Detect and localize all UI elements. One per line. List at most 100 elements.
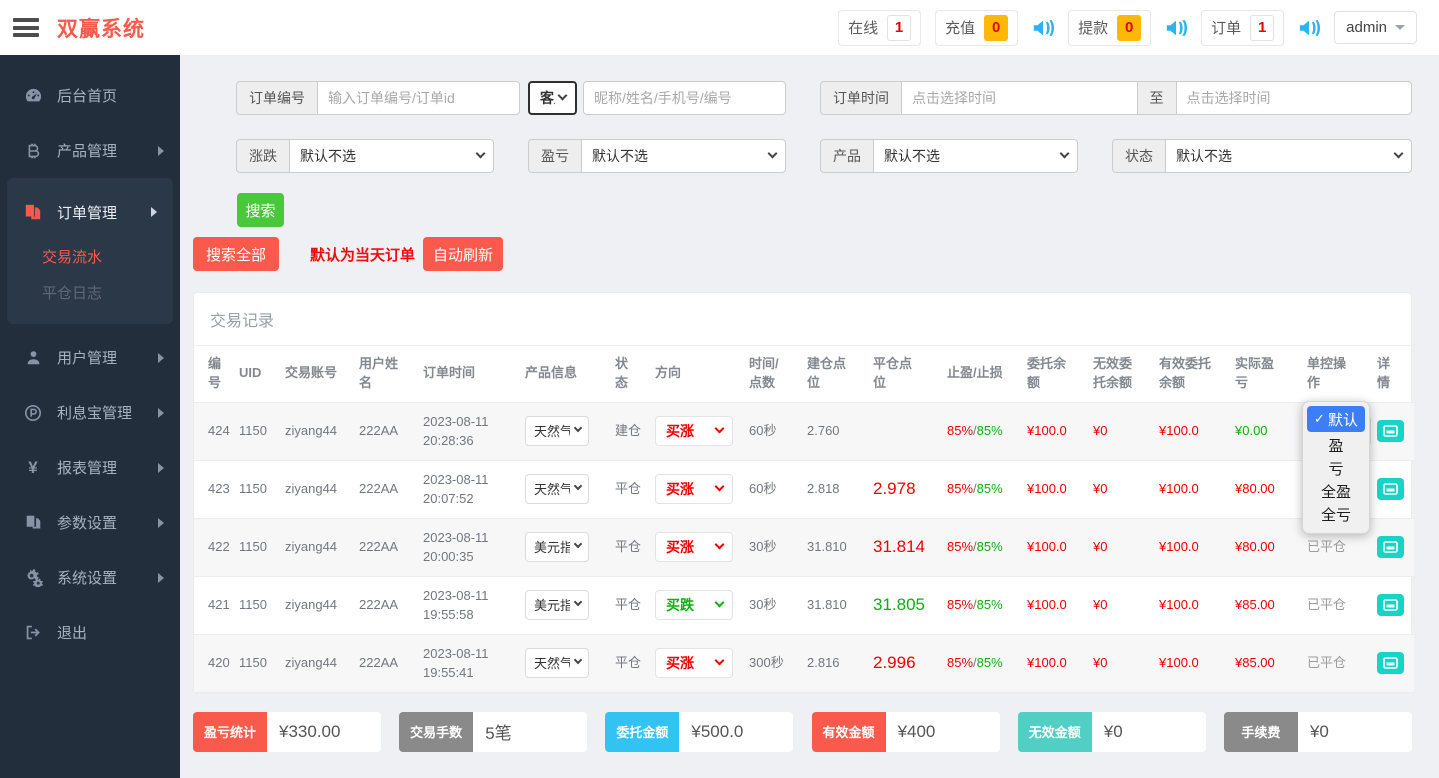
- row-direction-select[interactable]: 买涨: [656, 649, 732, 677]
- col-direction: 方向: [652, 346, 746, 402]
- sidebar-subitem-close-log[interactable]: 平仓日志: [7, 274, 173, 310]
- entrust-amount-pill: 委托金额 ¥500.0: [605, 712, 793, 752]
- status-select[interactable]: 默认不选: [1166, 140, 1411, 172]
- row-product-select[interactable]: 天然气: [526, 475, 588, 503]
- action-row: 搜索全部 默认为当天订单 自动刷新: [193, 237, 1412, 271]
- order-label: 订单: [1211, 17, 1241, 38]
- col-status: 状 态: [612, 346, 652, 402]
- online-count-badge: 1: [887, 15, 911, 41]
- sidebar-item-label: 系统设置: [57, 567, 117, 588]
- detail-button[interactable]: [1377, 478, 1404, 500]
- admin-menu[interactable]: admin: [1334, 11, 1417, 44]
- detail-button[interactable]: [1377, 536, 1404, 558]
- row-direction-select[interactable]: 买涨: [656, 475, 732, 503]
- withdraw-stat[interactable]: 提款 0: [1068, 10, 1151, 46]
- dropdown-option[interactable]: 盈: [1307, 434, 1365, 457]
- search-button[interactable]: 搜索: [237, 193, 284, 227]
- col-order-time: 订单时间: [420, 346, 522, 402]
- detail-button[interactable]: [1377, 652, 1404, 674]
- order-no-input[interactable]: [317, 81, 520, 115]
- row-product-select-wrap: 天然气: [525, 474, 589, 504]
- sidebar-item-interest[interactable]: 利息宝管理: [0, 385, 180, 440]
- recharge-stat[interactable]: 充值 0: [935, 10, 1018, 46]
- sidebar-item-dashboard[interactable]: 后台首页: [0, 68, 180, 123]
- sidebar-item-products[interactable]: 产品管理: [0, 123, 180, 178]
- chevron-right-icon: [158, 518, 164, 528]
- fee-pill: 手续费 ¥0: [1224, 712, 1412, 752]
- sidebar-item-logout[interactable]: 退出: [0, 605, 180, 660]
- sidebar-item-order-management[interactable]: 订单管理: [7, 186, 173, 238]
- recharge-speaker-icon[interactable]: [1032, 18, 1054, 38]
- online-stat[interactable]: 在线 1: [838, 10, 921, 46]
- sidebar-item-label: 报表管理: [57, 457, 117, 478]
- customer-type-select[interactable]: 客户: [530, 83, 575, 113]
- time-to-input[interactable]: [1176, 81, 1413, 115]
- withdraw-count-badge: 0: [1117, 15, 1141, 41]
- chevron-down-icon: [1395, 25, 1405, 30]
- dropdown-option[interactable]: 亏: [1307, 457, 1365, 480]
- row-product-select[interactable]: 天然气: [526, 649, 588, 677]
- row-product-select[interactable]: 美元指数: [526, 591, 588, 619]
- sidebar-item-label: 参数设置: [57, 512, 117, 533]
- order-stat[interactable]: 订单 1: [1201, 10, 1284, 46]
- dropdown-option-label: 默认: [1328, 409, 1358, 430]
- trade-records-panel: 交易记录 编 号 UID 交易账号 用户姓 名 订单时间: [193, 292, 1412, 694]
- pill-value: ¥400: [886, 712, 1000, 752]
- product-select[interactable]: 默认不选: [874, 140, 1077, 172]
- sidebar-item-label: 订单管理: [57, 202, 117, 223]
- sidebar-subitem-trade-flow[interactable]: 交易流水: [7, 238, 173, 274]
- status-select-wrap: 默认不选: [1165, 139, 1412, 173]
- today-orders-note: 默认为当天订单: [310, 244, 415, 265]
- gears-icon: [23, 568, 43, 588]
- row-product-select[interactable]: 天然气: [526, 417, 588, 445]
- summary-stats-bar: 盈亏统计 ¥330.00 交易手数 5笔 委托金额 ¥500.0 有效金额 ¥4…: [193, 712, 1412, 752]
- recharge-label: 充值: [945, 17, 975, 38]
- recharge-count-badge: 0: [984, 15, 1008, 41]
- sidebar-item-label: 退出: [57, 622, 87, 643]
- row-direction-select-wrap: 买涨: [655, 474, 733, 504]
- pill-value: ¥0: [1092, 712, 1206, 752]
- col-control: 单控操 作: [1304, 346, 1374, 402]
- row-direction-select[interactable]: 买跌: [656, 591, 732, 619]
- profit-select[interactable]: 默认不选: [582, 140, 785, 172]
- detail-button[interactable]: [1377, 594, 1404, 616]
- order-speaker-icon[interactable]: [1298, 18, 1320, 38]
- sidebar-item-reports[interactable]: ¥ 报表管理: [0, 440, 180, 495]
- table-header-row: 编 号 UID 交易账号 用户姓 名 订单时间 产品信息 状 态 方向 时间/ …: [194, 346, 1414, 402]
- row-direction-select-wrap: 买涨: [655, 648, 733, 678]
- table-row: 422 1150 ziyang44 222AA 2023-08-1120:00:…: [194, 518, 1414, 576]
- chevron-right-icon: [158, 573, 164, 583]
- search-all-button[interactable]: 搜索全部: [193, 237, 279, 271]
- chevron-right-icon: [158, 353, 164, 363]
- withdraw-label: 提款: [1078, 17, 1108, 38]
- sidebar: 后台首页 产品管理 订单管理 交易流水 平仓日志: [0, 55, 180, 778]
- col-product: 产品信息: [522, 346, 612, 402]
- sidebar-item-system[interactable]: 系统设置: [0, 550, 180, 605]
- dropdown-option[interactable]: 全亏: [1307, 503, 1365, 526]
- sidebar-group-orders: 订单管理 交易流水 平仓日志: [7, 178, 173, 324]
- auto-refresh-button[interactable]: 自动刷新: [423, 237, 503, 271]
- time-from-input[interactable]: [901, 81, 1138, 115]
- withdraw-speaker-icon[interactable]: [1165, 18, 1187, 38]
- main-content: 订单编号 客户 订单时间 至 涨跌 默认不选: [180, 55, 1439, 778]
- sidebar-item-label: 利息宝管理: [57, 402, 132, 423]
- sidebar-item-parameters[interactable]: 参数设置: [0, 495, 180, 550]
- orders-files-icon: [23, 202, 43, 222]
- dropdown-option[interactable]: 全盈: [1307, 480, 1365, 503]
- col-account: 交易账号: [282, 346, 356, 402]
- trade-count-pill: 交易手数 5笔: [399, 712, 587, 752]
- row-direction-select[interactable]: 买涨: [656, 533, 732, 561]
- row-direction-select-wrap: 买跌: [655, 590, 733, 620]
- row-product-select[interactable]: 美元指数: [526, 533, 588, 561]
- sidebar-item-users[interactable]: 用户管理: [0, 330, 180, 385]
- user-icon: [23, 348, 43, 368]
- customer-search-input[interactable]: [583, 81, 786, 115]
- hamburger-menu-icon[interactable]: [13, 18, 39, 37]
- updown-select[interactable]: 默认不选: [290, 140, 493, 172]
- dropdown-option-selected[interactable]: ✓ 默认: [1307, 406, 1365, 432]
- filter-row-2: 涨跌 默认不选 盈亏 默认不选 产品 默认不选: [193, 139, 1412, 173]
- row-product-select-wrap: 天然气: [525, 416, 589, 446]
- row-direction-select[interactable]: 买涨: [656, 417, 732, 445]
- col-profit: 实际盈 亏: [1232, 346, 1304, 402]
- detail-button[interactable]: [1377, 420, 1404, 442]
